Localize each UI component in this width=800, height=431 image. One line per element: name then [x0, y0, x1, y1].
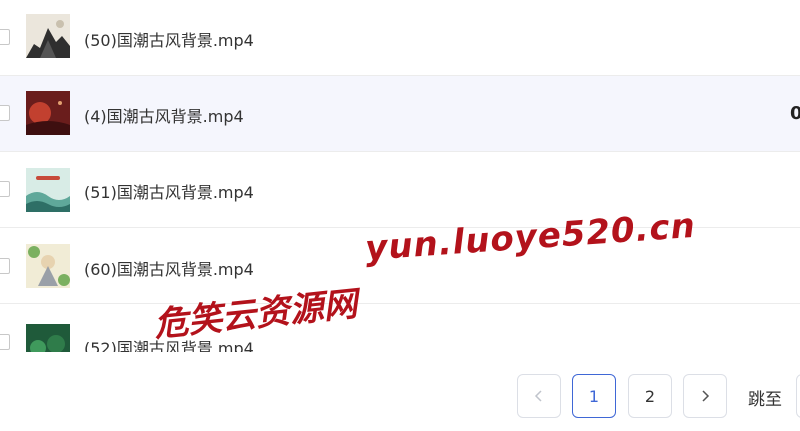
list-item[interactable]: (60)国潮古风背景.mp4	[0, 228, 800, 304]
row-edge-text: 0	[790, 103, 800, 124]
row-checkbox[interactable]	[0, 29, 10, 45]
video-thumbnail[interactable]	[26, 14, 70, 58]
file-list: (50)国潮古风背景.mp4 (4)国潮古风背景.mp4 0 (51)国潮古风背…	[0, 0, 800, 352]
list-item[interactable]: (50)国潮古风背景.mp4	[0, 0, 800, 76]
page-1-button[interactable]: 1	[572, 374, 616, 418]
file-name[interactable]: (4)国潮古风背景.mp4	[84, 103, 244, 127]
next-page-button[interactable]	[683, 374, 727, 418]
list-item[interactable]: (4)国潮古风背景.mp4 0	[0, 76, 800, 152]
jump-page-input[interactable]	[796, 374, 800, 418]
row-checkbox[interactable]	[0, 181, 10, 197]
file-name[interactable]: (52)国潮古风背景.mp4	[84, 335, 254, 352]
row-checkbox[interactable]	[0, 334, 10, 350]
chevron-right-icon	[702, 390, 710, 402]
prev-page-button[interactable]	[517, 374, 561, 418]
page-2-button[interactable]: 2	[628, 374, 672, 418]
chevron-left-icon	[534, 390, 542, 402]
file-name[interactable]: (51)国潮古风背景.mp4	[84, 179, 254, 203]
list-item[interactable]: (52)国潮古风背景.mp4	[0, 304, 800, 352]
jump-to-label: 跳至	[748, 390, 782, 410]
row-checkbox[interactable]	[0, 105, 10, 121]
file-name[interactable]: (60)国潮古风背景.mp4	[84, 256, 254, 280]
video-thumbnail[interactable]	[26, 324, 70, 352]
video-thumbnail[interactable]	[26, 244, 70, 288]
file-name[interactable]: (50)国潮古风背景.mp4	[84, 27, 254, 51]
row-checkbox[interactable]	[0, 258, 10, 274]
list-item[interactable]: (51)国潮古风背景.mp4	[0, 152, 800, 228]
video-thumbnail[interactable]	[26, 91, 70, 135]
pagination: 1 2 跳至	[0, 352, 800, 431]
video-thumbnail[interactable]	[26, 168, 70, 212]
